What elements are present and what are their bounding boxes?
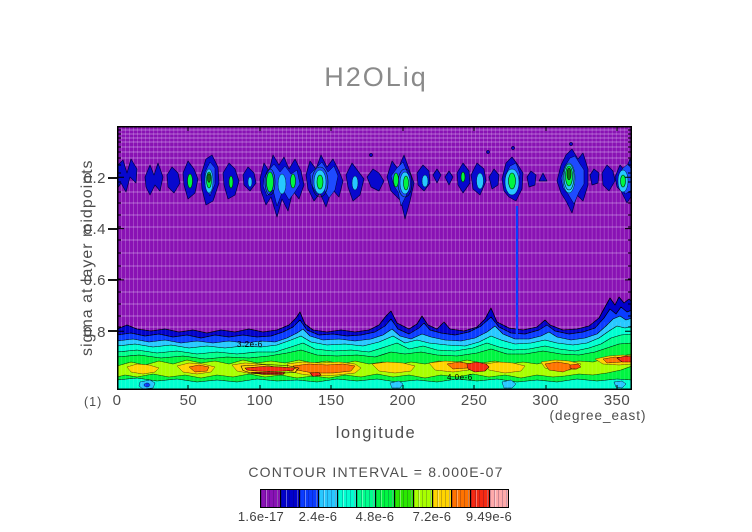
- y-tick-label: 0.6: [70, 272, 106, 289]
- colorbar-box: [356, 490, 375, 507]
- y-tick-label: 0.2: [70, 170, 106, 187]
- contour-plot: 3.2e-6 4.0e-6: [117, 126, 632, 390]
- colorbar-box: [261, 490, 280, 507]
- x-axis-units: (degree_east): [549, 408, 646, 423]
- x-tick-label: 100: [247, 392, 274, 409]
- colorbar-box: [413, 490, 432, 507]
- x-axis-label: longitude: [0, 424, 752, 443]
- plot-title: H2OLiq: [0, 62, 752, 93]
- colorbar-box: [451, 490, 470, 507]
- colorbar-box: [394, 490, 413, 507]
- colorbar-box: [280, 490, 299, 507]
- y-tick-label: 0.8: [70, 324, 106, 341]
- colorbar-box: [375, 490, 394, 507]
- x-tick-label: 250: [461, 392, 488, 409]
- x-tick-label: 0: [113, 392, 122, 409]
- y-major-tick: [108, 330, 117, 332]
- x-tick-label: 150: [318, 392, 345, 409]
- x-tick-label: 50: [180, 392, 198, 409]
- y-axis-label: sigma at layer midpoints: [76, 126, 100, 390]
- x-tick-label: 300: [532, 392, 559, 409]
- colorbar-tick-label: 9.49e-6: [466, 509, 512, 524]
- x-tick-label: 200: [389, 392, 416, 409]
- field-index-label: (1): [84, 395, 102, 409]
- contour-label: 3.2e-6: [237, 340, 263, 349]
- colorbar-tick-label: 2.4e-6: [299, 509, 338, 524]
- colorbar-box: [432, 490, 451, 507]
- y-major-tick: [108, 228, 117, 230]
- y-tick-label: 0.4: [70, 221, 106, 238]
- x-tick-label: 350: [604, 392, 631, 409]
- y-major-tick: [108, 279, 117, 281]
- plot-window: H2OLiq sigma at layer midpoints 0.2 0.4 0.…: [0, 0, 752, 532]
- colorbar-box: [489, 490, 508, 507]
- colorbar-box: [318, 490, 337, 507]
- colorbar-tick-label: 7.2e-6: [413, 509, 452, 524]
- colorbar-box: [470, 490, 489, 507]
- colorbar-box: [299, 490, 318, 507]
- contour-label: 4.0e-6: [447, 373, 473, 382]
- grid-overlay: [117, 322, 632, 390]
- y-major-tick: [108, 177, 117, 179]
- colorbar-tick-label: 1.6e-17: [238, 509, 284, 524]
- colorbar-tick-label: 4.8e-6: [356, 509, 395, 524]
- contour-plot-svg: 3.2e-6 4.0e-6: [117, 126, 632, 390]
- colorbar-box: [337, 490, 356, 507]
- contour-interval-label: CONTOUR INTERVAL = 8.000E-07: [0, 464, 752, 480]
- colorbar: [260, 489, 509, 508]
